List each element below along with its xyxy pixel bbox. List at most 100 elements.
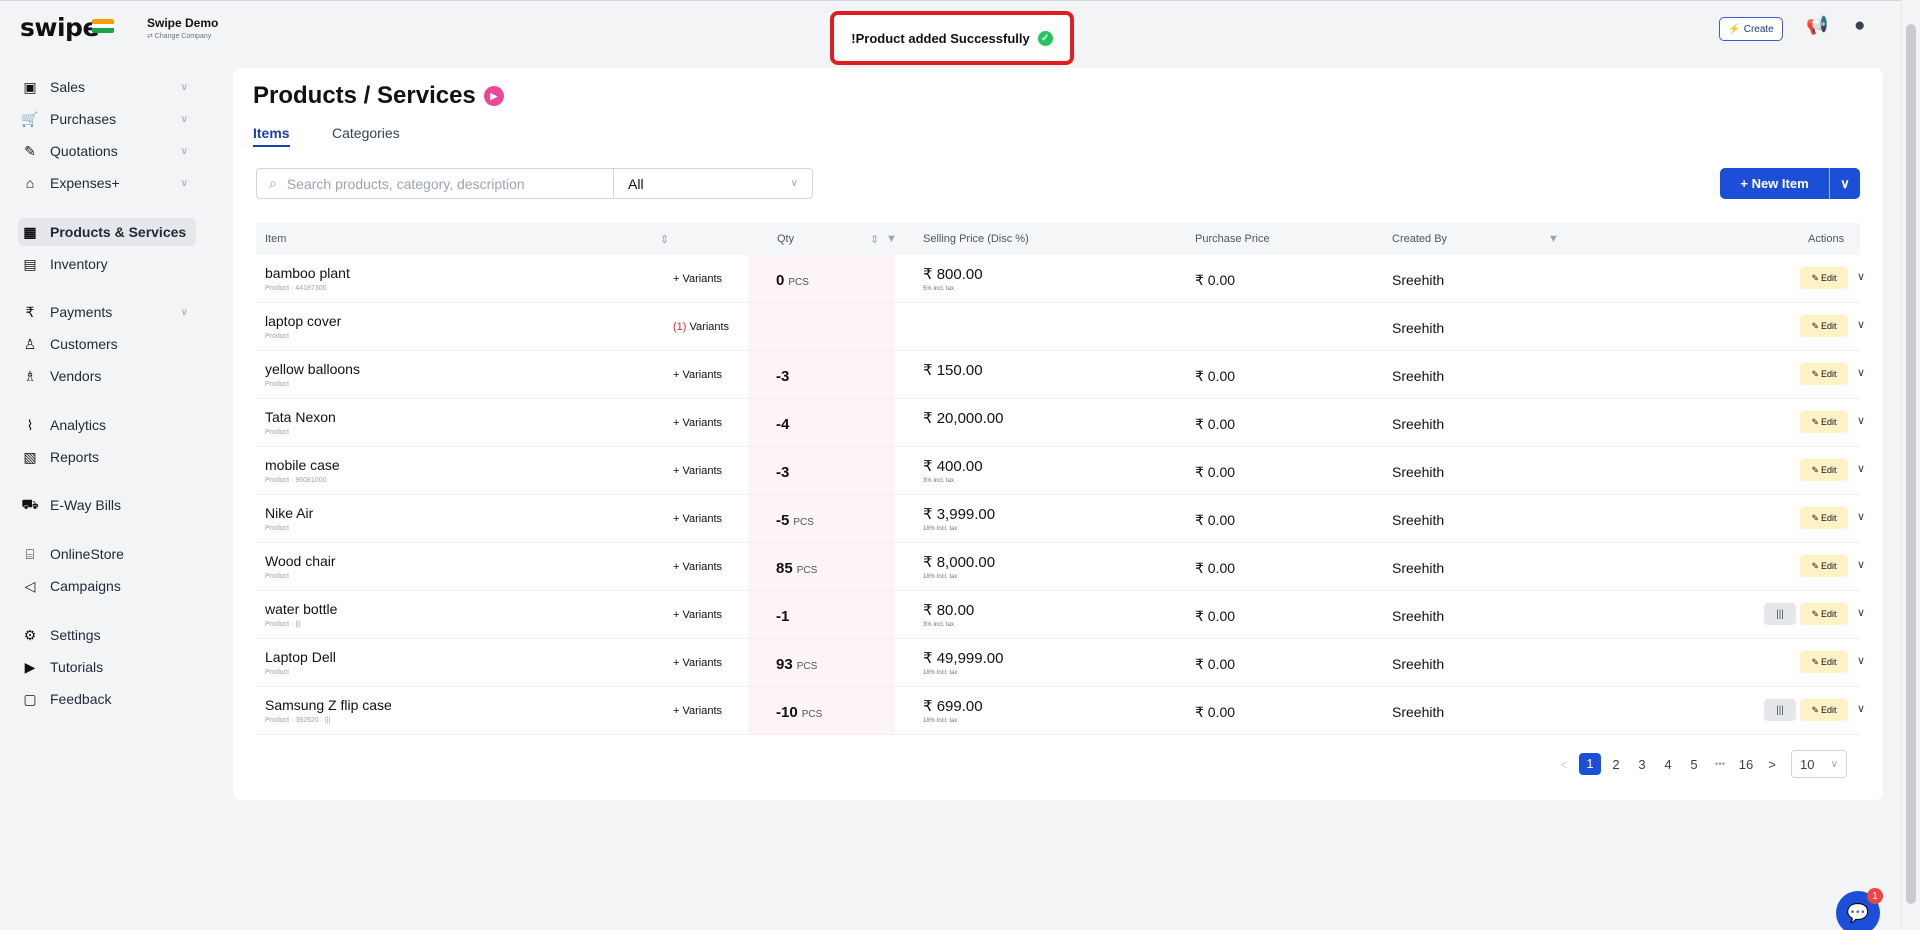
page-size-select[interactable]: 10 ∨ (1791, 750, 1847, 778)
sidebar-item-sales[interactable]: ▣ Sales ∨ (20, 73, 196, 101)
edit-button[interactable]: ✎ Edit (1800, 699, 1848, 721)
row-actions-dropdown[interactable]: ∨ (1857, 318, 1865, 331)
page-last-button[interactable]: 16 (1733, 757, 1759, 772)
table-row[interactable]: laptop cover Product (1) Variants Sreehith ✎… (256, 303, 1865, 351)
item-name[interactable]: yellow balloons (265, 361, 360, 377)
table-row[interactable]: water bottle Product · ||| + Variants -1 ₹ 8… (256, 591, 1865, 639)
sidebar-item-products-services[interactable]: ▦ Products & Services (18, 218, 196, 246)
edit-button[interactable]: ✎ Edit (1800, 459, 1848, 481)
prev-page-button[interactable]: < (1551, 757, 1577, 772)
play-tutorial-icon[interactable]: ▶ (483, 86, 504, 106)
item-name[interactable]: laptop cover (265, 313, 341, 329)
sidebar-item-campaigns[interactable]: ◁ Campaigns (20, 572, 196, 600)
change-company-link[interactable]: ⇄ Change Company (147, 32, 211, 40)
add-variants-button[interactable]: + Variants (673, 465, 722, 477)
col-created-by[interactable]: Created By (1392, 233, 1447, 245)
edit-button[interactable]: ✎ Edit (1800, 603, 1848, 625)
row-actions-dropdown[interactable]: ∨ (1857, 606, 1865, 619)
sidebar-item-customers[interactable]: ♙ Customers (20, 330, 196, 358)
chat-launcher-button[interactable]: 💬 1 (1836, 888, 1883, 930)
table-row[interactable]: Laptop Dell Product + Variants 93 PCS ₹ 49,99… (256, 639, 1865, 687)
page-2-button[interactable]: 2 (1603, 757, 1629, 772)
page-1-button[interactable]: 1 (1579, 753, 1601, 775)
chevron-down-icon[interactable]: ∨ (181, 82, 188, 93)
add-variants-button[interactable]: + Variants (673, 513, 722, 525)
barcode-button[interactable]: ||| (1764, 603, 1796, 625)
sort-icon[interactable]: ⇕ (660, 233, 669, 246)
edit-button[interactable]: ✎ Edit (1800, 507, 1848, 529)
new-item-button[interactable]: + New Item ∨ (1720, 168, 1860, 199)
item-name[interactable]: Laptop Dell (265, 649, 336, 665)
item-name[interactable]: water bottle (265, 601, 337, 617)
chevron-down-icon[interactable]: ∨ (181, 146, 188, 157)
sidebar-item-vendors[interactable]: ♗ Vendors (20, 362, 196, 390)
sidebar-item-analytics[interactable]: ⌇ Analytics (20, 411, 196, 439)
row-actions-dropdown[interactable]: ∨ (1857, 558, 1865, 571)
add-variants-button[interactable]: + Variants (673, 657, 722, 669)
edit-button[interactable]: ✎ Edit (1800, 267, 1848, 289)
company-switcher[interactable]: Swipe Demo ⇄ Change Company (147, 16, 218, 40)
edit-button[interactable]: ✎ Edit (1800, 651, 1848, 673)
col-purchase-price[interactable]: Purchase Price (1195, 233, 1270, 245)
item-name[interactable]: mobile case (265, 457, 340, 473)
account-icon[interactable]: ● (1854, 15, 1865, 37)
swipe-logo[interactable]: swipe (20, 13, 99, 42)
col-selling-price[interactable]: Selling Price (Disc %) (923, 233, 1029, 245)
sidebar-item-quotations[interactable]: ✎ Quotations ∨ (20, 137, 196, 165)
chevron-down-icon[interactable]: ∨ (181, 307, 188, 318)
variants-button[interactable]: (1) Variants (673, 321, 729, 333)
barcode-button[interactable]: ||| (1764, 699, 1796, 721)
chevron-down-icon[interactable]: ∨ (181, 114, 188, 125)
megaphone-icon[interactable]: 📢 (1806, 15, 1828, 36)
sidebar-item-feedback[interactable]: ▢ Feedback (20, 685, 196, 713)
item-name[interactable]: bamboo plant (265, 265, 350, 281)
add-variants-button[interactable]: + Variants (673, 705, 722, 717)
sidebar-item-expenses[interactable]: ⌂ Expenses+ ∨ (20, 169, 196, 197)
table-row[interactable]: mobile case Product · 96081000 + Variants -… (256, 447, 1865, 495)
table-row[interactable]: Nike Air Product + Variants -5 PCS ₹ 3,999.00… (256, 495, 1865, 543)
col-qty[interactable]: Qty (777, 233, 794, 245)
sidebar-item-inventory[interactable]: ▤ Inventory (20, 250, 196, 278)
row-actions-dropdown[interactable]: ∨ (1857, 414, 1865, 427)
sort-icon[interactable]: ⇕ (870, 233, 879, 246)
row-actions-dropdown[interactable]: ∨ (1857, 654, 1865, 667)
edit-button[interactable]: ✎ Edit (1800, 363, 1848, 385)
add-variants-button[interactable]: + Variants (673, 609, 722, 621)
tab-categories[interactable]: Categories (332, 125, 400, 141)
next-page-button[interactable]: > (1759, 757, 1785, 772)
sidebar-item-onlinestore[interactable]: ⌸ OnlineStore (20, 540, 196, 568)
sidebar-item-tutorials[interactable]: ▶ Tutorials (20, 653, 196, 681)
item-name[interactable]: Nike Air (265, 505, 313, 521)
table-row[interactable]: Wood chair Product + Variants 85 PCS ₹ 8,000.… (256, 543, 1865, 591)
item-name[interactable]: Wood chair (265, 553, 336, 569)
scrollbar[interactable] (1901, 0, 1920, 930)
item-name[interactable]: Tata Nexon (265, 409, 336, 425)
filter-icon[interactable]: ▼ (1548, 233, 1559, 245)
category-filter-select[interactable]: All ∨ (613, 168, 813, 199)
add-variants-button[interactable]: + Variants (673, 417, 722, 429)
sidebar-item-settings[interactable]: ⚙ Settings (20, 621, 196, 649)
col-item[interactable]: Item (265, 233, 286, 245)
page-3-button[interactable]: 3 (1629, 757, 1655, 772)
more-pages-button[interactable]: ••• (1707, 759, 1733, 770)
chevron-down-icon[interactable]: ∨ (181, 178, 188, 189)
row-actions-dropdown[interactable]: ∨ (1857, 510, 1865, 523)
filter-icon[interactable]: ▼ (886, 233, 897, 245)
sidebar-item-e-way-bills[interactable]: ⛟ E-Way Bills (20, 491, 196, 519)
add-variants-button[interactable]: + Variants (673, 561, 722, 573)
scrollbar-thumb[interactable] (1906, 24, 1916, 904)
edit-button[interactable]: ✎ Edit (1800, 411, 1848, 433)
add-variants-button[interactable]: + Variants (673, 369, 722, 381)
search-input[interactable]: ⌕ Search products, category, description (256, 168, 613, 199)
item-name[interactable]: Samsung Z flip case (265, 697, 392, 713)
tab-items[interactable]: Items (253, 125, 290, 147)
row-actions-dropdown[interactable]: ∨ (1857, 366, 1865, 379)
row-actions-dropdown[interactable]: ∨ (1857, 702, 1865, 715)
create-button[interactable]: ⚡ Create (1719, 17, 1783, 41)
table-row[interactable]: bamboo plant Product · 44187300 + Variants… (256, 255, 1865, 303)
sidebar-item-reports[interactable]: ▧ Reports (20, 443, 196, 471)
page-5-button[interactable]: 5 (1681, 757, 1707, 772)
table-row[interactable]: Samsung Z flip case Product · 392620 · ||… (256, 687, 1865, 735)
table-row[interactable]: Tata Nexon Product + Variants -4 ₹ 20,000.00… (256, 399, 1865, 447)
sidebar-item-payments[interactable]: ₹ Payments ∨ (20, 298, 196, 326)
